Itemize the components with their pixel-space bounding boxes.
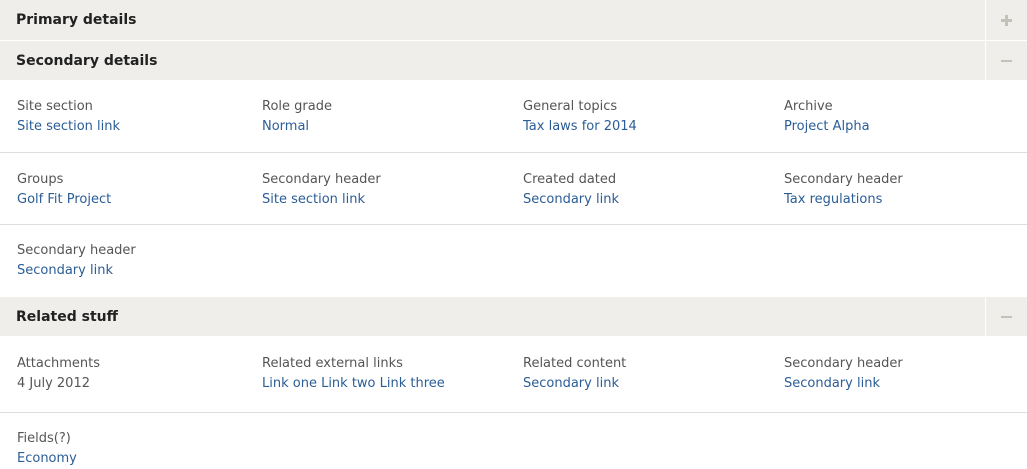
field-label: Role grade: [262, 99, 332, 114]
field-label: Related external links: [262, 356, 403, 371]
primary-details-title: Primary details: [16, 12, 137, 28]
detail-cell: Secondary header Tax regulations: [784, 170, 903, 210]
detail-cell: Secondary header Secondary link: [17, 241, 136, 281]
field-label: General topics: [523, 99, 618, 114]
field-label: Secondary header: [784, 356, 903, 371]
field-link[interactable]: Secondary link: [784, 374, 903, 394]
detail-row: Site section Site section link Role grad…: [0, 81, 1027, 153]
field-link[interactable]: Site section link: [17, 117, 120, 137]
primary-details-toggle[interactable]: [985, 0, 1027, 40]
field-label: Groups: [17, 172, 64, 187]
detail-row: Secondary header Secondary link: [0, 225, 1027, 297]
related-stuff-header[interactable]: Related stuff: [0, 297, 1027, 337]
field-label: Secondary header: [262, 172, 381, 187]
field-label: Fields(?): [17, 431, 71, 446]
field-label: Created dated: [523, 172, 617, 187]
field-link[interactable]: Secondary link: [523, 190, 619, 210]
field-link[interactable]: Project Alpha: [784, 117, 870, 137]
detail-cell: Created dated Secondary link: [523, 170, 619, 210]
detail-cell: Role grade Normal: [262, 97, 332, 137]
field-label: Secondary header: [17, 243, 136, 258]
detail-cell: Secondary header Secondary link: [784, 354, 903, 394]
field-label: Related content: [523, 356, 627, 371]
secondary-details-toggle[interactable]: [985, 41, 1027, 80]
field-link[interactable]: Tax regulations: [784, 190, 903, 210]
secondary-details-header[interactable]: Secondary details: [0, 41, 1027, 81]
field-link[interactable]: Normal: [262, 117, 332, 137]
field-link[interactable]: Economy: [17, 449, 77, 469]
detail-cell: Related content Secondary link: [523, 354, 626, 394]
detail-cell: Attachments 4 July 2012: [17, 354, 100, 394]
field-link[interactable]: Secondary link: [17, 261, 136, 281]
field-label: Site section: [17, 99, 93, 114]
plus-icon: [1001, 14, 1012, 26]
field-link[interactable]: Tax laws for 2014: [523, 117, 637, 137]
detail-cell: Site section Site section link: [17, 97, 120, 137]
detail-cell: Fields(?) Economy: [17, 429, 77, 469]
field-label: Secondary header: [784, 172, 903, 187]
related-stuff-toggle[interactable]: [985, 297, 1027, 336]
field-label: Attachments: [17, 356, 100, 371]
detail-cell: Archive Project Alpha: [784, 97, 870, 137]
field-link[interactable]: Link one Link two Link three: [262, 374, 445, 394]
detail-row: Attachments 4 July 2012 Related external…: [0, 337, 1027, 413]
detail-cell: Related external links Link one Link two…: [262, 354, 445, 394]
field-link[interactable]: Golf Fit Project: [17, 190, 111, 210]
detail-row: Groups Golf Fit Project Secondary header…: [0, 153, 1027, 225]
detail-cell: General topics Tax laws for 2014: [523, 97, 637, 137]
related-stuff-title: Related stuff: [16, 308, 118, 325]
detail-cell: Groups Golf Fit Project: [17, 170, 111, 210]
detail-row: Fields(?) Economy: [0, 413, 1027, 469]
details-panel: Primary details Secondary details Site s…: [0, 0, 1027, 467]
primary-details-header[interactable]: Primary details: [0, 0, 1027, 41]
secondary-details-title: Secondary details: [16, 52, 158, 69]
field-value: 4 July 2012: [17, 376, 90, 391]
field-link[interactable]: Site section link: [262, 190, 381, 210]
detail-cell: Secondary header Site section link: [262, 170, 381, 210]
field-link[interactable]: Secondary link: [523, 374, 626, 394]
minus-icon: [1001, 315, 1012, 318]
minus-icon: [1001, 59, 1012, 62]
field-label: Archive: [784, 99, 833, 114]
